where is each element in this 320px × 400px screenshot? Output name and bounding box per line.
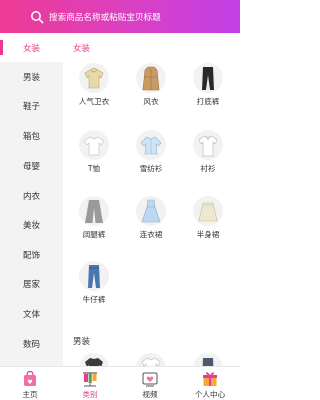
- category-item[interactable]: 半身裙: [179, 196, 237, 256]
- category-item[interactable]: [122, 353, 180, 366]
- search-placeholder: 搜索商品名称或粘贴宝贝标题: [49, 12, 161, 23]
- section-title-mens: 男装: [73, 337, 91, 347]
- svg-text:♥: ♥: [27, 379, 32, 386]
- tab-label: 类别: [82, 390, 98, 399]
- sidebar-item-label: 男装: [22, 72, 40, 83]
- category-item-label: 半身裙: [196, 230, 220, 239]
- pants-icon: [193, 353, 223, 366]
- bottom-tab-bar: ♥ 主页 类别 视频 个人中心: [0, 366, 240, 400]
- sidebar-item-baby[interactable]: 母婴: [0, 151, 63, 180]
- sidebar-item-label: 母婴: [22, 161, 40, 172]
- sidebar-item-sports[interactable]: 文体: [0, 299, 63, 328]
- category-sidebar: 女装 男装 鞋子 箱包 母婴 内衣 美妆 配饰 居家 文体 数码: [0, 33, 63, 366]
- search-icon: [31, 10, 44, 23]
- category-item-label: 阔腿裤: [82, 230, 106, 239]
- video-icon: [142, 372, 158, 387]
- trench-coat-icon: [136, 63, 166, 93]
- shopping-bag-icon: ♥: [24, 370, 36, 386]
- category-item[interactable]: 风衣: [122, 63, 180, 123]
- dress-icon: [136, 196, 166, 226]
- hoodie-icon: [79, 63, 109, 93]
- sidebar-item-womens[interactable]: 女装: [0, 33, 63, 62]
- clothes-rack-icon: [83, 372, 97, 387]
- category-item-label: 风衣: [143, 97, 159, 106]
- category-item-label: 牛仔裤: [82, 295, 106, 304]
- sidebar-item-label: 女装: [22, 43, 40, 54]
- category-item-label: 雪纺衫: [139, 164, 163, 173]
- sidebar-item-label: 美妆: [22, 220, 40, 231]
- shirt-icon: [193, 130, 223, 160]
- category-item-label: 打底裤: [196, 97, 220, 106]
- tab-label: 主页: [22, 390, 38, 399]
- category-item[interactable]: 阔腿裤: [65, 196, 123, 256]
- category-item[interactable]: 打底裤: [179, 63, 237, 123]
- category-item[interactable]: 雪纺衫: [122, 130, 180, 190]
- sidebar-item-label: 居家: [22, 279, 40, 290]
- category-item[interactable]: [179, 353, 237, 366]
- shirt-icon: [136, 353, 166, 366]
- sidebar-item-label: 数码: [22, 339, 40, 350]
- sidebar-item-underwear[interactable]: 内衣: [0, 181, 63, 210]
- gift-icon: [203, 372, 217, 386]
- tab-category[interactable]: 类别: [60, 367, 120, 400]
- tab-home[interactable]: ♥ 主页: [0, 367, 60, 400]
- jacket-icon: [79, 353, 109, 366]
- sidebar-item-home[interactable]: 居家: [0, 269, 63, 298]
- sidebar-item-label: 内衣: [22, 191, 40, 202]
- wide-leg-pants-icon: [79, 196, 109, 226]
- jeans-icon: [79, 261, 109, 291]
- sidebar-item-beauty[interactable]: 美妆: [0, 210, 63, 239]
- tab-video[interactable]: 视频: [120, 367, 180, 400]
- skirt-icon: [193, 196, 223, 226]
- tab-label: 视频: [142, 390, 158, 399]
- sidebar-item-digital[interactable]: 数码: [0, 329, 63, 358]
- leggings-icon: [193, 63, 223, 93]
- tshirt-icon: [79, 130, 109, 160]
- category-item[interactable]: 牛仔裤: [65, 261, 123, 321]
- section-title-womens: 女装: [73, 44, 91, 54]
- sidebar-item-label: 鞋子: [22, 101, 40, 112]
- category-item[interactable]: [65, 353, 123, 366]
- category-item[interactable]: T恤: [65, 130, 123, 190]
- category-content: 女装 人气卫衣 风衣 打底裤 T恤 雪纺衫 衬衫 阔腿裤 连衣裙 半身裙 牛仔裤…: [63, 33, 240, 366]
- tab-profile[interactable]: 个人中心: [180, 367, 240, 400]
- sidebar-item-bags[interactable]: 箱包: [0, 121, 63, 150]
- search-input[interactable]: 搜索商品名称或粘贴宝贝标题: [30, 7, 220, 26]
- sidebar-item-label: 箱包: [22, 131, 40, 142]
- sidebar-item-label: 配饰: [22, 250, 40, 261]
- sidebar-item-accessories[interactable]: 配饰: [0, 240, 63, 269]
- category-item-label: 连衣裙: [139, 230, 163, 239]
- category-item-label: 衬衫: [200, 164, 216, 173]
- category-item-label: T恤: [87, 164, 101, 173]
- tab-label: 个人中心: [194, 390, 226, 399]
- category-item-label: 人气卫衣: [78, 97, 110, 106]
- header-bar: 搜索商品名称或粘贴宝贝标题: [0, 0, 240, 33]
- category-item[interactable]: 衬衫: [179, 130, 237, 190]
- chiffon-shirt-icon: [136, 130, 166, 160]
- category-item[interactable]: 连衣裙: [122, 196, 180, 256]
- category-item[interactable]: 人气卫衣: [65, 63, 123, 123]
- sidebar-item-label: 文体: [22, 309, 40, 320]
- sidebar-item-shoes[interactable]: 鞋子: [0, 91, 63, 120]
- sidebar-item-mens[interactable]: 男装: [0, 62, 63, 91]
